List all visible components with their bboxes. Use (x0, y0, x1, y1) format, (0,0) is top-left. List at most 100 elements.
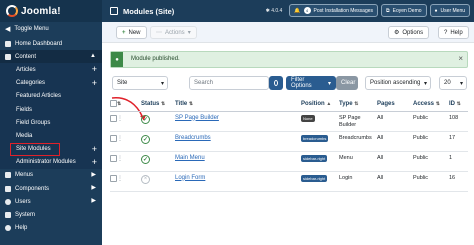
options-label: Options (402, 29, 424, 36)
position-header[interactable]: Position ▲ (301, 98, 339, 112)
drag-handle-icon[interactable]: ⋮ (117, 156, 123, 162)
sidebar-item-field-groups[interactable]: Field Groups (0, 116, 102, 130)
sidebar-item-categories[interactable]: Categories + (0, 76, 102, 90)
type-header-label: Type (339, 101, 353, 108)
select-all-checkbox[interactable] (110, 99, 117, 107)
sidebar-item-administrator-modules[interactable]: Administrator Modules + (0, 155, 102, 169)
chevron-right-icon: ▶ (91, 185, 96, 192)
sidebar-item-menus[interactable]: Menus ▶ (0, 169, 102, 182)
sidebar-item-fields[interactable]: Fields (0, 102, 102, 117)
position-cell: sidebar-right (301, 171, 339, 192)
ordering-value: Position ascending (370, 80, 421, 86)
pages-cell: All (377, 151, 413, 172)
add-admin-module-icon[interactable]: + (92, 157, 97, 168)
pages-cell: All (377, 171, 413, 192)
sidebar-item-articles[interactable]: Articles + (0, 63, 102, 77)
sidebar-item-label: Field Groups (16, 119, 51, 126)
add-article-icon[interactable]: + (92, 64, 97, 75)
search-input[interactable]: Search (189, 76, 269, 90)
search-placeholder: Search (194, 80, 214, 86)
close-icon[interactable]: × (458, 54, 463, 63)
module-title-link[interactable]: Main Menu (175, 155, 205, 161)
add-site-module-icon[interactable]: + (92, 144, 97, 155)
table-row[interactable]: ⋮ ✓ Main Menu sidebar-right Menu All Pub… (110, 151, 468, 172)
id-header-label: ID (449, 101, 455, 108)
module-title-link[interactable]: Login Form (175, 175, 205, 181)
table-row[interactable]: ⋮ ✓ SP Page Builder None SP Page Builder… (110, 111, 468, 132)
ordering-header[interactable]: ⇅ (117, 98, 141, 112)
drag-handle-icon[interactable]: ⋮ (117, 116, 123, 122)
row-checkbox[interactable] (110, 114, 117, 122)
row-checkbox[interactable] (110, 154, 117, 162)
sidebar-item-users[interactable]: Users ▶ (0, 195, 102, 208)
access-header[interactable]: Access ⇅ (413, 98, 449, 112)
drag-handle-icon[interactable]: ⋮ (117, 136, 123, 142)
site-link-button[interactable]: ⧉ Eoyen Demo (381, 4, 427, 17)
row-checkbox[interactable] (110, 134, 117, 142)
unpublished-x-icon[interactable]: × (141, 174, 150, 184)
limit-select[interactable]: 20 ▾ (439, 76, 467, 90)
filter-options-button[interactable]: Filter Options ▾ (286, 76, 336, 90)
joomla-logo-icon (6, 5, 18, 17)
sidebar-item-label: Menus (15, 172, 34, 179)
sidebar-item-site-modules[interactable]: Site Modules + (0, 142, 102, 156)
type-header[interactable]: Type ⇅ (339, 98, 377, 112)
sidebar-item-home-dashboard[interactable]: Home Dashboard (0, 37, 102, 50)
position-cell: sidebar-right (301, 151, 339, 172)
module-access: Public (413, 174, 428, 181)
post-installation-messages-button[interactable]: 🔔 4 Post Installation Messages (289, 4, 379, 17)
ordering-select[interactable]: Position ascending ▾ (365, 76, 431, 90)
module-title-link[interactable]: SP Page Builder (175, 115, 219, 121)
type-cell: Menu (339, 151, 377, 172)
add-category-icon[interactable]: + (92, 78, 97, 89)
sort-icon: ⇅ (161, 101, 166, 108)
drag-handle-cell: ⋮ (117, 131, 141, 152)
joomla-small-icon: ✱ (265, 7, 270, 14)
sort-icon: ⇅ (188, 101, 194, 108)
pages-header[interactable]: Pages (377, 98, 413, 112)
sidebar-item-label: Administrator Modules (16, 159, 76, 166)
client-select[interactable]: Site ▾ (112, 76, 168, 90)
published-check-icon[interactable]: ✓ (141, 134, 150, 144)
toolbar: + New ⋯ Actions ▾ ⚙ Options ? Help (102, 22, 474, 43)
toggle-icon: ◀ (5, 25, 11, 33)
row-select-cell (110, 171, 117, 192)
toggle-menu-button[interactable]: ◀ Toggle Menu (0, 22, 102, 35)
sidebar-item-system[interactable]: System (0, 208, 102, 221)
status-header[interactable]: Status ⇅ (141, 98, 175, 112)
row-checkbox[interactable] (110, 174, 117, 182)
cube-icon (110, 7, 118, 15)
options-button[interactable]: ⚙ Options (388, 26, 430, 39)
table-row[interactable]: ⋮ ✓ Breadcrumbs breadcrumbs Breadcrumbs … (110, 131, 468, 152)
title-cell: Main Menu (175, 151, 301, 172)
position-badge: sidebar-right (301, 174, 328, 182)
title-header[interactable]: Title ⇅ (175, 98, 301, 112)
sidebar-item-components[interactable]: Components ▶ (0, 182, 102, 195)
client-select-value: Site (117, 80, 128, 86)
sidebar-item-content[interactable]: Content ▲ (0, 50, 102, 64)
new-button[interactable]: + New (116, 26, 147, 39)
chevron-down-icon: ▾ (327, 80, 331, 87)
help-button[interactable]: ? Help (438, 26, 469, 39)
drag-handle-icon[interactable]: ⋮ (117, 176, 123, 182)
id-header[interactable]: ID ⇅ (449, 98, 468, 112)
module-title-link[interactable]: Breadcrumbs (175, 135, 211, 141)
title-header-label: Title (175, 101, 188, 108)
actions-dropdown[interactable]: ⋯ Actions ▾ (150, 26, 197, 39)
published-check-icon[interactable]: ✓ (141, 114, 150, 124)
search-button[interactable] (269, 76, 283, 90)
status-header-label: Status (141, 101, 160, 108)
help-label: Help (450, 29, 463, 36)
table-row[interactable]: ⋮ × Login Form sidebar-right Login All P… (110, 171, 468, 192)
user-menu-button[interactable]: ● User Menu (429, 4, 470, 17)
sidebar-item-featured-articles[interactable]: Featured Articles (0, 89, 102, 103)
clear-button[interactable]: Clear (336, 76, 358, 90)
access-cell: Public (413, 131, 449, 152)
published-check-icon[interactable]: ✓ (141, 154, 150, 164)
sidebar-item-help[interactable]: Help (0, 222, 102, 235)
title-cell: SP Page Builder (175, 111, 301, 132)
sidebar-item-media[interactable]: Media (0, 129, 102, 143)
topbar: Modules (Site) ✱ 4.0.4 🔔 4 Post Installati… (102, 0, 474, 22)
select-all-header[interactable] (110, 98, 117, 112)
joomla-logo[interactable]: Joomla! (0, 0, 102, 22)
